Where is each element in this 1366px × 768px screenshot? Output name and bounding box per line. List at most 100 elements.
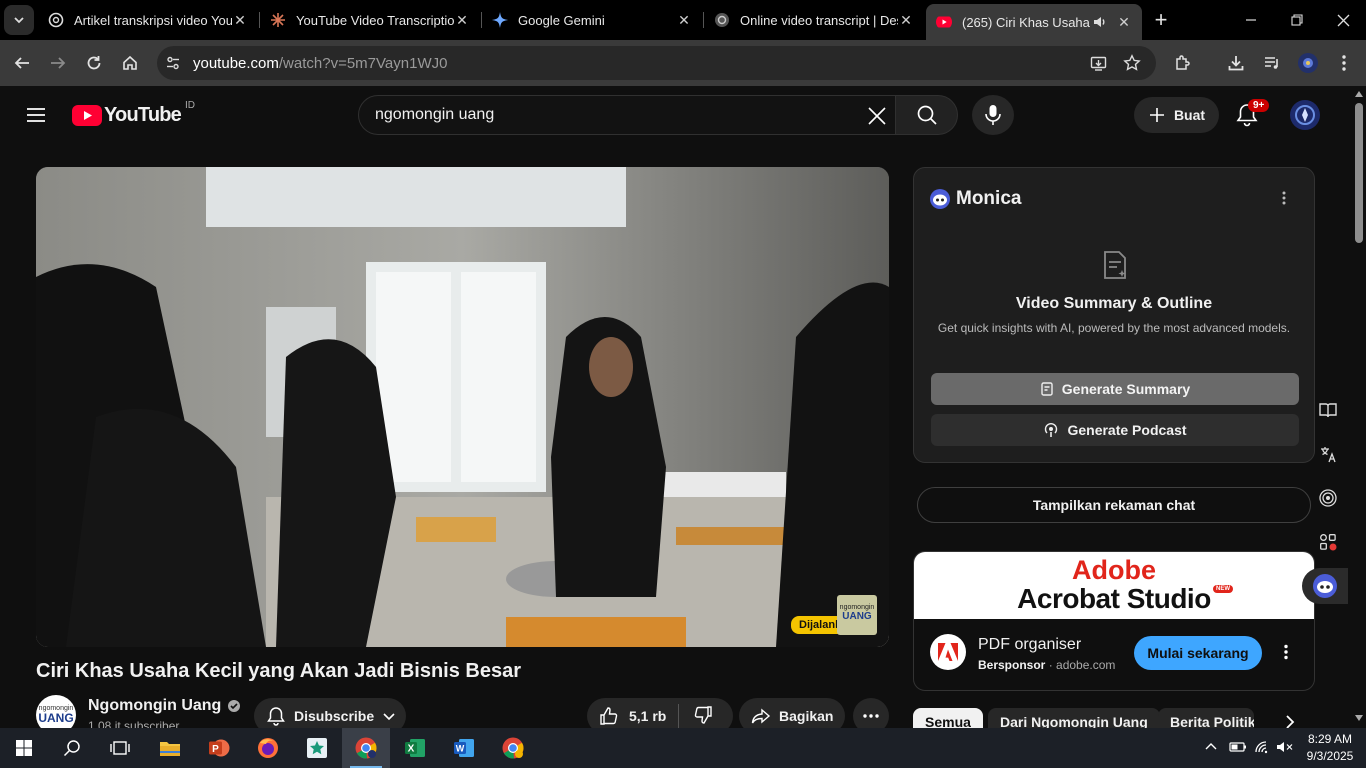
task-view-button[interactable] bbox=[96, 728, 144, 768]
generate-summary-button[interactable]: Generate Summary bbox=[931, 373, 1299, 405]
close-tab-icon[interactable]: ✕ bbox=[1116, 14, 1132, 31]
taskbar-chrome-profile[interactable] bbox=[489, 728, 537, 768]
voice-search-button[interactable] bbox=[972, 95, 1014, 135]
channel-name-text: Ngomongin Uang bbox=[88, 697, 222, 714]
forward-button[interactable] bbox=[43, 48, 73, 78]
bookmark-star-icon[interactable] bbox=[1123, 54, 1141, 72]
monica-launcher-button[interactable] bbox=[1302, 568, 1348, 604]
scroll-down-icon[interactable] bbox=[1355, 715, 1363, 721]
avatar-bottom-text: UANG bbox=[38, 711, 74, 725]
channel-name[interactable]: Ngomongin Uang bbox=[88, 697, 241, 715]
create-button[interactable]: Buat bbox=[1134, 97, 1219, 133]
minimize-button[interactable] bbox=[1236, 5, 1266, 35]
speaker-icon[interactable] bbox=[1092, 14, 1108, 30]
tray-overflow-button[interactable] bbox=[1204, 740, 1218, 759]
sponsored-ad[interactable]: Adobe Acrobat Studio NEW PDF organiser B… bbox=[913, 551, 1315, 691]
tab-claude[interactable]: YouTube Video Transcription ✕ bbox=[260, 4, 480, 36]
scrollbar-thumb[interactable] bbox=[1355, 103, 1363, 243]
battery-indicator[interactable] bbox=[1229, 740, 1247, 759]
profile-button[interactable] bbox=[1293, 48, 1323, 78]
verified-icon bbox=[228, 700, 241, 712]
extensions-button[interactable] bbox=[1168, 48, 1198, 78]
tab-search-button[interactable] bbox=[4, 5, 34, 35]
volume-indicator[interactable] bbox=[1276, 740, 1294, 759]
tab-chatgpt[interactable]: Artikel transkripsi video YouTub ✕ bbox=[38, 4, 258, 36]
taskbar-powerpoint[interactable]: P bbox=[195, 728, 243, 768]
podcast-icon bbox=[1045, 423, 1058, 437]
ad-cta-button[interactable]: Mulai sekarang bbox=[1134, 636, 1262, 670]
back-button[interactable] bbox=[7, 48, 37, 78]
search-icon bbox=[63, 740, 80, 757]
close-window-button[interactable] bbox=[1328, 5, 1358, 35]
notifications-button[interactable]: 9+ bbox=[1236, 99, 1270, 127]
tab-youtube[interactable]: (265) Ciri Khas Usaha Keci ✕ bbox=[926, 4, 1142, 40]
close-tab-icon[interactable]: ✕ bbox=[676, 12, 692, 29]
taskbar-file-explorer[interactable] bbox=[146, 728, 194, 768]
generate-podcast-button[interactable]: Generate Podcast bbox=[931, 414, 1299, 446]
home-button[interactable] bbox=[115, 48, 145, 78]
video-frame-image bbox=[36, 167, 889, 647]
chrome-icon bbox=[502, 737, 524, 759]
ad-menu-button[interactable] bbox=[1278, 644, 1294, 665]
taskbar-firefox[interactable] bbox=[244, 728, 292, 768]
taskbar-search-button[interactable] bbox=[48, 728, 96, 768]
excel-icon: X bbox=[405, 739, 425, 757]
search-button[interactable] bbox=[895, 95, 958, 135]
site-info-icon[interactable] bbox=[165, 55, 181, 71]
guide-menu-button[interactable] bbox=[24, 103, 48, 127]
puzzle-icon bbox=[1176, 55, 1190, 70]
clear-search-icon[interactable] bbox=[867, 106, 887, 126]
taskbar-word[interactable]: W bbox=[440, 728, 488, 768]
ad-brand-line1: Adobe bbox=[1072, 555, 1156, 585]
rail-apps-button[interactable] bbox=[1314, 528, 1342, 556]
star-app-icon bbox=[307, 738, 327, 758]
account-avatar[interactable] bbox=[1290, 100, 1320, 135]
arrow-left-icon bbox=[14, 57, 29, 69]
taskbar-chrome[interactable] bbox=[342, 728, 390, 768]
browser-menu-button[interactable] bbox=[1329, 48, 1359, 78]
search-input[interactable]: ngomongin uang bbox=[358, 95, 896, 135]
youtube-logo[interactable]: YouTube ID bbox=[72, 100, 195, 127]
reload-button[interactable] bbox=[79, 48, 109, 78]
network-indicator[interactable] bbox=[1254, 740, 1272, 759]
summary-doc-icon bbox=[1041, 382, 1053, 396]
close-tab-icon[interactable]: ✕ bbox=[232, 12, 248, 29]
close-tab-icon[interactable]: ✕ bbox=[454, 12, 470, 29]
ad-product[interactable]: PDF organiser bbox=[978, 636, 1081, 654]
taskbar-app-star[interactable] bbox=[293, 728, 341, 768]
downloads-button[interactable] bbox=[1221, 48, 1251, 78]
address-bar[interactable]: youtube.com/watch?v=5m7Vayn1WJ0 bbox=[157, 46, 1156, 80]
rail-podcast-button[interactable] bbox=[1314, 484, 1342, 512]
arrow-right-icon bbox=[51, 57, 66, 69]
new-tab-button[interactable]: + bbox=[1146, 5, 1176, 35]
start-button[interactable] bbox=[0, 728, 48, 768]
video-player[interactable]: Dijalankan ngomongin UANG bbox=[36, 167, 889, 647]
chevron-down-icon bbox=[14, 17, 24, 24]
ad-banner[interactable]: Adobe Acrobat Studio NEW bbox=[914, 552, 1314, 619]
advertiser-avatar[interactable] bbox=[930, 634, 966, 670]
scroll-up-icon[interactable] bbox=[1355, 91, 1363, 97]
tab-title: YouTube Video Transcription bbox=[296, 12, 454, 28]
media-control-button[interactable] bbox=[1257, 48, 1287, 78]
rail-translate-button[interactable] bbox=[1314, 440, 1342, 468]
monica-menu-button[interactable] bbox=[1276, 190, 1292, 211]
rail-reader-button[interactable] bbox=[1314, 396, 1342, 424]
ad-separator: · bbox=[1045, 658, 1057, 672]
new-badge: NEW bbox=[1213, 585, 1233, 593]
ad-sponsor-line: Bersponsor · adobe.com bbox=[978, 658, 1115, 672]
restore-button[interactable] bbox=[1282, 5, 1312, 35]
reload-icon bbox=[87, 56, 101, 70]
system-clock[interactable]: 8:29 AM 9/3/2025 bbox=[1300, 731, 1360, 765]
show-chat-replay-button[interactable]: Tampilkan rekaman chat bbox=[917, 487, 1311, 523]
channel-watermark-logo[interactable]: ngomongin UANG bbox=[837, 595, 877, 635]
taskbar-excel[interactable]: X bbox=[391, 728, 439, 768]
like-button[interactable]: 5,1 rb bbox=[587, 704, 679, 728]
page-scrollbar[interactable] bbox=[1352, 87, 1366, 728]
install-app-icon[interactable] bbox=[1090, 55, 1107, 72]
dislike-button[interactable] bbox=[679, 705, 713, 728]
tab-gemini[interactable]: Google Gemini ✕ bbox=[482, 4, 702, 36]
close-tab-icon[interactable]: ✕ bbox=[898, 12, 914, 29]
close-icon bbox=[1337, 14, 1349, 26]
tab-transcript[interactable]: Online video transcript | Desc ✕ bbox=[704, 4, 924, 36]
ad-domain: adobe.com bbox=[1056, 658, 1116, 672]
